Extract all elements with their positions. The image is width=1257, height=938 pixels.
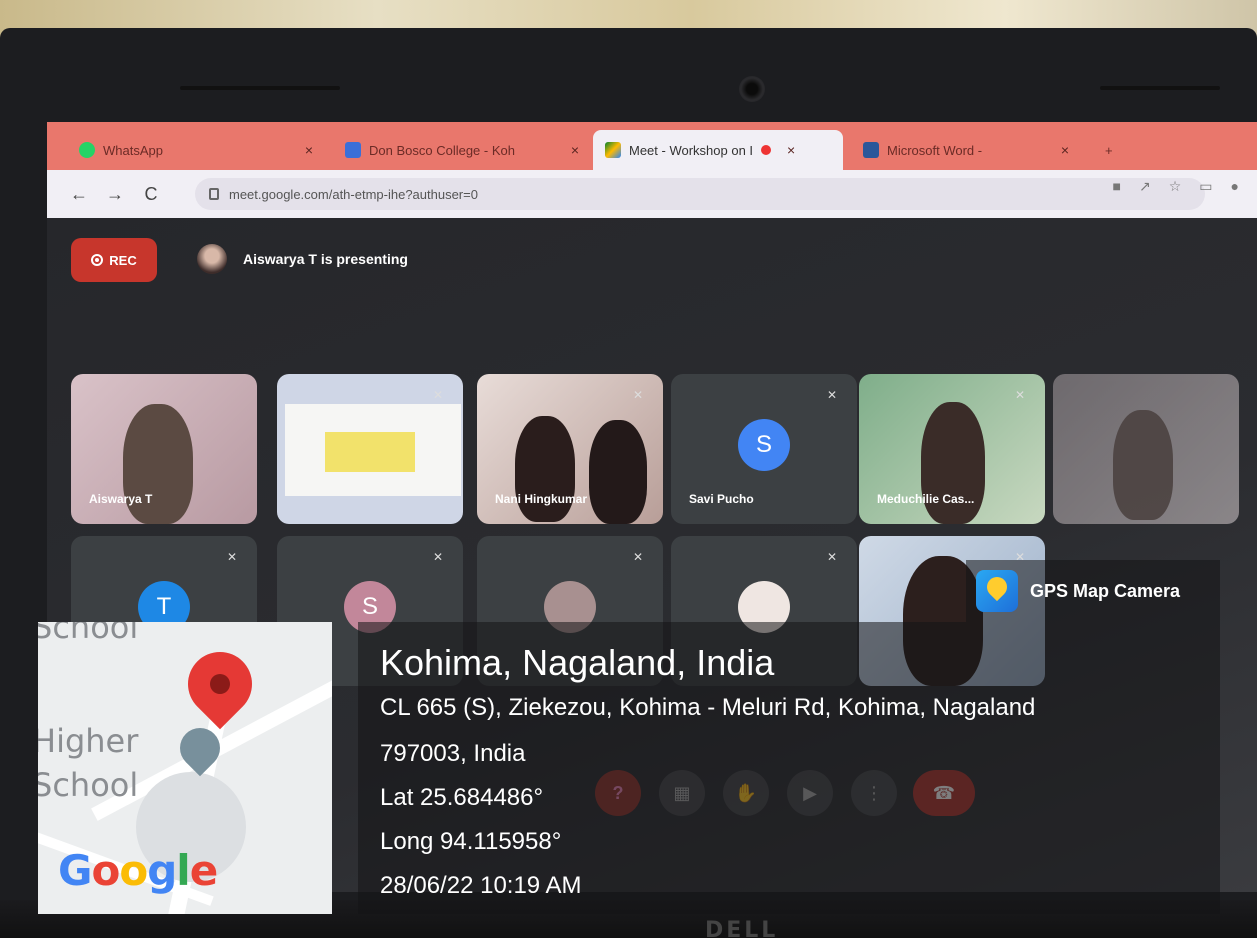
address-line-2: 797003, India xyxy=(380,740,526,767)
url-text: meet.google.com/ath-etmp-ihe?authuser=0 xyxy=(229,186,478,202)
close-tab-icon[interactable]: × xyxy=(571,142,579,158)
url-field[interactable]: meet.google.com/ath-etmp-ihe?authuser=0 xyxy=(195,178,1205,210)
new-tab-button[interactable]: + xyxy=(1093,130,1133,170)
participant-tile[interactable]: ✕ Meduchilie Cas... xyxy=(859,374,1045,524)
participant-name: Savi Pucho xyxy=(689,492,754,506)
google-letter: e xyxy=(189,846,218,895)
map-label: School xyxy=(38,766,139,804)
lock-icon xyxy=(209,188,219,200)
participant-tile[interactable] xyxy=(1053,374,1239,524)
participant-tile[interactable]: ✕ S Savi Pucho xyxy=(671,374,857,524)
tab-title: WhatsApp xyxy=(103,142,163,158)
bezel-detail xyxy=(1100,86,1220,90)
presenter-text: Aiswarya T is presenting xyxy=(243,251,408,267)
bezel-detail xyxy=(180,86,340,90)
avatar: S xyxy=(738,419,790,471)
shared-screen-preview xyxy=(285,404,461,496)
rec-label: REC xyxy=(109,252,137,268)
close-tab-icon[interactable]: × xyxy=(305,142,313,158)
profile-icon[interactable]: ● xyxy=(1231,178,1239,195)
longitude: Long 94.115958° xyxy=(380,828,562,855)
google-letter: o xyxy=(91,846,120,895)
mic-off-icon: ✕ xyxy=(1015,388,1026,402)
mic-off-icon: ✕ xyxy=(827,550,838,564)
participant-video xyxy=(123,404,193,524)
map-label: Higher xyxy=(38,722,139,760)
app-name: GPS Map Camera xyxy=(1030,580,1181,601)
word-icon xyxy=(863,142,879,158)
document-highlight xyxy=(325,432,415,472)
mic-off-icon: ✕ xyxy=(633,388,644,402)
back-button[interactable]: ← xyxy=(61,184,97,205)
tab-title: Don Bosco College - Koh xyxy=(369,142,515,158)
website-icon xyxy=(345,142,361,158)
meet-icon xyxy=(605,142,621,158)
whatsapp-icon xyxy=(79,142,95,158)
map-label: School xyxy=(38,622,139,646)
camera-icon[interactable]: ■ xyxy=(1113,178,1121,195)
timestamp: 28/06/22 10:19 AM xyxy=(380,872,582,899)
google-letter: l xyxy=(176,846,190,895)
star-icon[interactable]: ☆ xyxy=(1169,178,1182,195)
close-tab-icon[interactable]: × xyxy=(787,142,795,158)
dell-logo: DELL xyxy=(705,918,779,938)
close-tab-icon[interactable]: × xyxy=(1061,142,1069,158)
browser-tab-strip: WhatsApp × Don Bosco College - Koh × Mee… xyxy=(47,122,1257,170)
participant-name: Aiswarya T xyxy=(89,492,153,506)
forward-button[interactable]: → xyxy=(97,184,133,205)
tab-title: Microsoft Word - xyxy=(887,142,983,158)
participant-tile[interactable]: Aiswarya T xyxy=(71,374,257,524)
recording-badge: REC xyxy=(71,238,157,282)
tab-whatsapp[interactable]: WhatsApp × xyxy=(67,130,325,170)
google-letter: g xyxy=(147,846,177,895)
avatar xyxy=(197,244,227,274)
mic-off-icon: ✕ xyxy=(227,550,238,564)
record-icon xyxy=(91,254,104,266)
google-logo: Google xyxy=(58,846,218,895)
gps-map-camera-icon xyxy=(976,570,1018,612)
location-title: Kohima, Nagaland, India xyxy=(380,642,775,683)
address-bar-row: ← → C meet.google.com/ath-etmp-ihe?authu… xyxy=(47,170,1257,218)
participant-video xyxy=(1113,410,1173,520)
location-pin-icon xyxy=(174,638,266,730)
tab-title: Meet - Workshop on I xyxy=(629,142,754,158)
share-icon[interactable]: ↗ xyxy=(1139,178,1151,195)
mic-off-icon: ✕ xyxy=(633,550,644,564)
presenter-banner: Aiswarya T is presenting xyxy=(197,244,408,274)
participant-video xyxy=(589,420,647,524)
reload-button[interactable]: C xyxy=(133,184,169,205)
tab-don-bosco[interactable]: Don Bosco College - Koh × xyxy=(333,130,591,170)
map-thumbnail: School Higher School Google xyxy=(38,622,332,914)
mic-off-icon: ✕ xyxy=(827,388,838,402)
webcam xyxy=(739,76,765,102)
latitude: Lat 25.684486° xyxy=(380,784,544,811)
recording-dot-icon xyxy=(761,145,772,155)
participant-video xyxy=(515,416,575,522)
plus-icon: + xyxy=(1105,142,1113,158)
google-letter: G xyxy=(58,846,92,895)
tab-meet[interactable]: Meet - Workshop on I × xyxy=(593,130,843,170)
toolbar-icons: ■ ↗ ☆ ▭ ● xyxy=(1113,178,1239,195)
tab-word[interactable]: Microsoft Word - × xyxy=(851,130,1081,170)
address-line-1: CL 665 (S), Ziekezou, Kohima - Meluri Rd… xyxy=(380,694,1036,721)
google-wordmark: Google xyxy=(58,846,218,895)
mic-off-icon: ✕ xyxy=(433,388,444,402)
google-letter: o xyxy=(119,846,148,895)
participant-tile[interactable]: ✕ xyxy=(277,374,463,524)
participant-tile[interactable]: ✕ Nani Hingkumar xyxy=(477,374,663,524)
participant-name: Nani Hingkumar xyxy=(495,492,588,506)
extensions-icon[interactable]: ▭ xyxy=(1199,178,1212,195)
gps-app-badge: GPS Map Camera xyxy=(966,560,1220,622)
mic-off-icon: ✕ xyxy=(433,550,444,564)
participant-name: Meduchilie Cas... xyxy=(877,492,975,506)
